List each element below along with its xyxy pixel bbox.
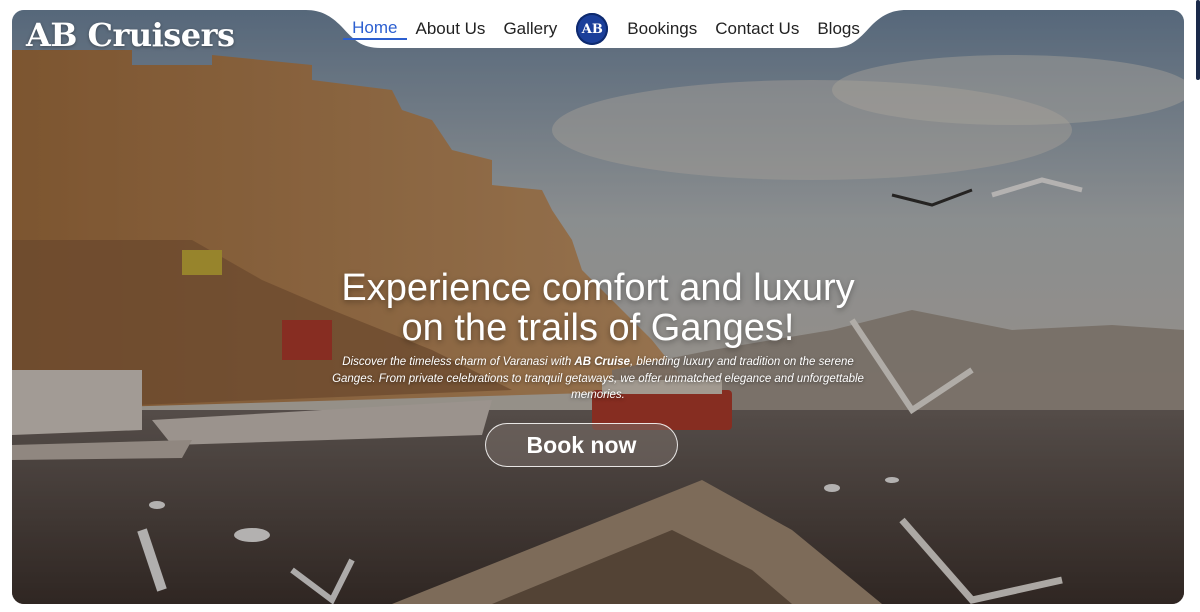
page-scrollbar[interactable]	[1196, 0, 1200, 80]
hero-headline-line1: Experience comfort and luxury	[341, 267, 855, 309]
hero-headline: Experience comfort and luxury on the tra…	[12, 268, 1184, 348]
hero-description-intro: Discover the timeless charm of Varanasi …	[342, 356, 575, 368]
hero-description: Discover the timeless charm of Varanasi …	[332, 354, 864, 404]
nav-bookings[interactable]: Bookings	[618, 18, 706, 40]
nav-about-us[interactable]: About Us	[407, 18, 495, 40]
nav-links: Home About Us Gallery AB Bookings Contac…	[306, 10, 906, 48]
hero-description-brand: AB Cruise	[574, 356, 631, 368]
hero-headline-line2: on the trails of Ganges!	[401, 307, 795, 349]
book-now-button[interactable]: Book now	[485, 423, 678, 467]
nav-home[interactable]: Home	[343, 18, 407, 40]
main-navbar: Home About Us Gallery AB Bookings Contac…	[306, 10, 906, 48]
nav-contact-us[interactable]: Contact Us	[706, 18, 808, 40]
brand-logo-text[interactable]: AB Cruisers	[26, 16, 235, 54]
nav-gallery[interactable]: Gallery	[494, 18, 566, 40]
nav-logo-badge[interactable]: AB	[576, 13, 609, 45]
nav-blogs[interactable]: Blogs	[808, 18, 869, 40]
hero-section: Experience comfort and luxury on the tra…	[12, 10, 1184, 604]
